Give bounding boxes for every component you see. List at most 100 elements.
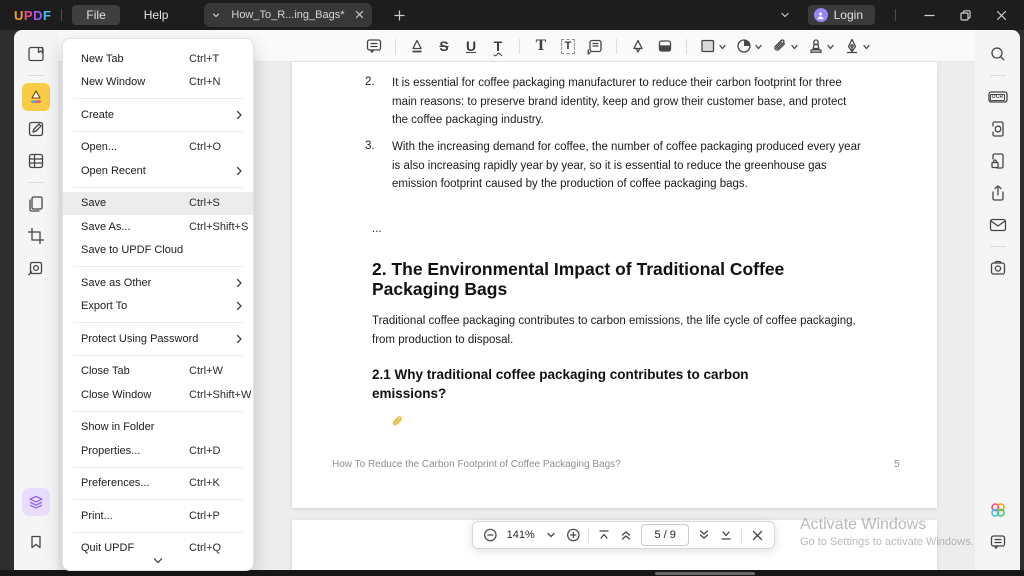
- attachment-icon[interactable]: [771, 35, 798, 57]
- typewriter-text-icon[interactable]: T: [532, 35, 550, 57]
- menu-item-open[interactable]: Open...Ctrl+O: [63, 136, 253, 160]
- search-icon[interactable]: [984, 40, 1012, 68]
- list-number: 2.: [365, 76, 375, 88]
- tab-dropdown-icon[interactable]: [212, 8, 220, 22]
- highlight-icon[interactable]: [408, 35, 426, 57]
- submenu-chevron-icon: [236, 278, 243, 288]
- titlebar-divider-2: [895, 9, 896, 21]
- eraser-icon[interactable]: [656, 35, 674, 57]
- pager-divider: [588, 528, 589, 542]
- menu-item-print[interactable]: Print...Ctrl+P: [63, 504, 253, 528]
- zoom-out-icon[interactable]: [483, 525, 498, 545]
- menu-item-properties[interactable]: Properties...Ctrl+D: [63, 439, 253, 463]
- menu-item-protect-using-password[interactable]: Protect Using Password: [63, 327, 253, 351]
- squiggly-underline-icon[interactable]: T: [489, 35, 507, 57]
- pencil-icon[interactable]: [629, 35, 647, 57]
- menu-divider: [73, 467, 243, 468]
- menu-item-create[interactable]: Create: [63, 103, 253, 127]
- pager-divider: [741, 528, 742, 542]
- menu-item-close-tab[interactable]: Close TabCtrl+W: [63, 360, 253, 384]
- maximize-button[interactable]: [952, 2, 978, 28]
- page-navigation-toolbar: 141% 5 / 9: [472, 521, 775, 549]
- menu-item-save-as-other[interactable]: Save as Other: [63, 271, 253, 295]
- menu-divider: [73, 499, 243, 500]
- menu-divider: [73, 411, 243, 412]
- ellipse-shape-icon[interactable]: [735, 35, 762, 57]
- stamp-icon[interactable]: [807, 35, 834, 57]
- compress-icon[interactable]: [984, 115, 1012, 143]
- menu-item-save-as[interactable]: Save As...Ctrl+Shift+S: [63, 215, 253, 239]
- textbox-icon[interactable]: T: [559, 35, 577, 57]
- page-indicator[interactable]: 5 / 9: [641, 524, 689, 546]
- strikethrough-icon[interactable]: S: [435, 35, 453, 57]
- horizontal-scrollbar-thumb[interactable]: [655, 572, 755, 575]
- crop-icon[interactable]: [22, 222, 50, 250]
- rail-divider: [990, 75, 1006, 76]
- menu-item-preferences[interactable]: Preferences...Ctrl+K: [63, 472, 253, 496]
- menu-item-save-to-updf-cloud[interactable]: Save to UPDF Cloud: [63, 239, 253, 263]
- submenu-chevron-icon: [236, 110, 243, 120]
- close-pager-icon[interactable]: [750, 525, 764, 545]
- watermark-icon[interactable]: [22, 254, 50, 282]
- next-page-icon[interactable]: [697, 525, 711, 545]
- ellipsis-text: ...: [372, 220, 382, 239]
- toolbar-divider: [686, 39, 687, 54]
- rail-divider: [28, 182, 44, 183]
- email-icon[interactable]: [984, 211, 1012, 239]
- list-item: With the increasing demand for coffee, t…: [392, 138, 864, 194]
- menu-scroll-down-icon[interactable]: [154, 551, 163, 569]
- underline-icon[interactable]: U: [462, 35, 480, 57]
- protect-icon[interactable]: [984, 147, 1012, 175]
- bookmark-icon[interactable]: [22, 528, 50, 556]
- document-tab[interactable]: How_To_R...ing_Bags*: [204, 3, 372, 27]
- avatar-icon: [814, 8, 828, 22]
- menu-item-new-tab[interactable]: New TabCtrl+T: [63, 47, 253, 71]
- new-tab-button[interactable]: [386, 2, 412, 28]
- zoom-level[interactable]: 141%: [506, 529, 536, 541]
- file-menu-dropdown: New TabCtrl+T New WindowCtrl+N Create Op…: [62, 38, 254, 571]
- login-button[interactable]: Login: [808, 5, 875, 25]
- watermark-line2: Go to Settings to activate Windows.: [800, 536, 974, 548]
- signature-icon[interactable]: [843, 35, 870, 57]
- ai-assistant-icon[interactable]: [22, 488, 50, 516]
- rail-divider: [28, 75, 44, 76]
- help-menu-button[interactable]: Help: [130, 5, 183, 25]
- edit-pdf-icon[interactable]: [22, 115, 50, 143]
- menu-item-open-recent[interactable]: Open Recent: [63, 159, 253, 183]
- comment-mode-icon[interactable]: [22, 83, 50, 111]
- menu-item-show-in-folder[interactable]: Show in Folder: [63, 416, 253, 440]
- comment-icon[interactable]: [365, 35, 383, 57]
- menu-item-export-to[interactable]: Export To: [63, 295, 253, 319]
- page-footer-number: 5: [894, 459, 900, 470]
- first-page-icon[interactable]: [597, 525, 611, 545]
- last-page-icon[interactable]: [719, 525, 733, 545]
- previous-page-icon[interactable]: [619, 525, 633, 545]
- pdf-page-5: 2. It is essential for coffee packaging …: [292, 62, 937, 508]
- attachment-annotation-icon[interactable]: [390, 414, 405, 434]
- close-window-button[interactable]: [988, 2, 1014, 28]
- community-icon[interactable]: [984, 496, 1012, 524]
- menu-item-new-window[interactable]: New WindowCtrl+N: [63, 71, 253, 95]
- list-item: It is essential for coffee packaging man…: [392, 74, 862, 130]
- titlebar: UPDF File Help How_To_R...ing_Bags* Logi…: [0, 0, 1024, 30]
- organize-pages-icon[interactable]: [22, 147, 50, 175]
- feedback-icon[interactable]: [984, 528, 1012, 556]
- zoom-dropdown-icon[interactable]: [544, 525, 558, 545]
- menu-item-save[interactable]: SaveCtrl+S: [63, 192, 253, 216]
- zoom-in-icon[interactable]: [566, 525, 581, 545]
- app-window: UPDF File Help How_To_R...ing_Bags* Logi…: [0, 0, 1024, 576]
- file-menu-button[interactable]: File: [72, 5, 119, 25]
- titlebar-chevron-down-icon[interactable]: [772, 2, 798, 28]
- minimize-button[interactable]: [916, 2, 942, 28]
- menu-item-close-window[interactable]: Close WindowCtrl+Shift+W: [63, 383, 253, 407]
- reader-view-icon[interactable]: [22, 40, 50, 68]
- activate-windows-watermark: Activate Windows Go to Settings to activ…: [800, 516, 974, 548]
- page-tools-icon[interactable]: [22, 190, 50, 218]
- ocr-icon[interactable]: OCR: [984, 83, 1012, 111]
- menu-divider: [73, 266, 243, 267]
- rect-shape-icon[interactable]: [699, 35, 726, 57]
- share-icon[interactable]: [984, 179, 1012, 207]
- snapshot-icon[interactable]: [984, 254, 1012, 282]
- callout-note-icon[interactable]: [586, 35, 604, 57]
- tab-close-icon[interactable]: [355, 8, 364, 22]
